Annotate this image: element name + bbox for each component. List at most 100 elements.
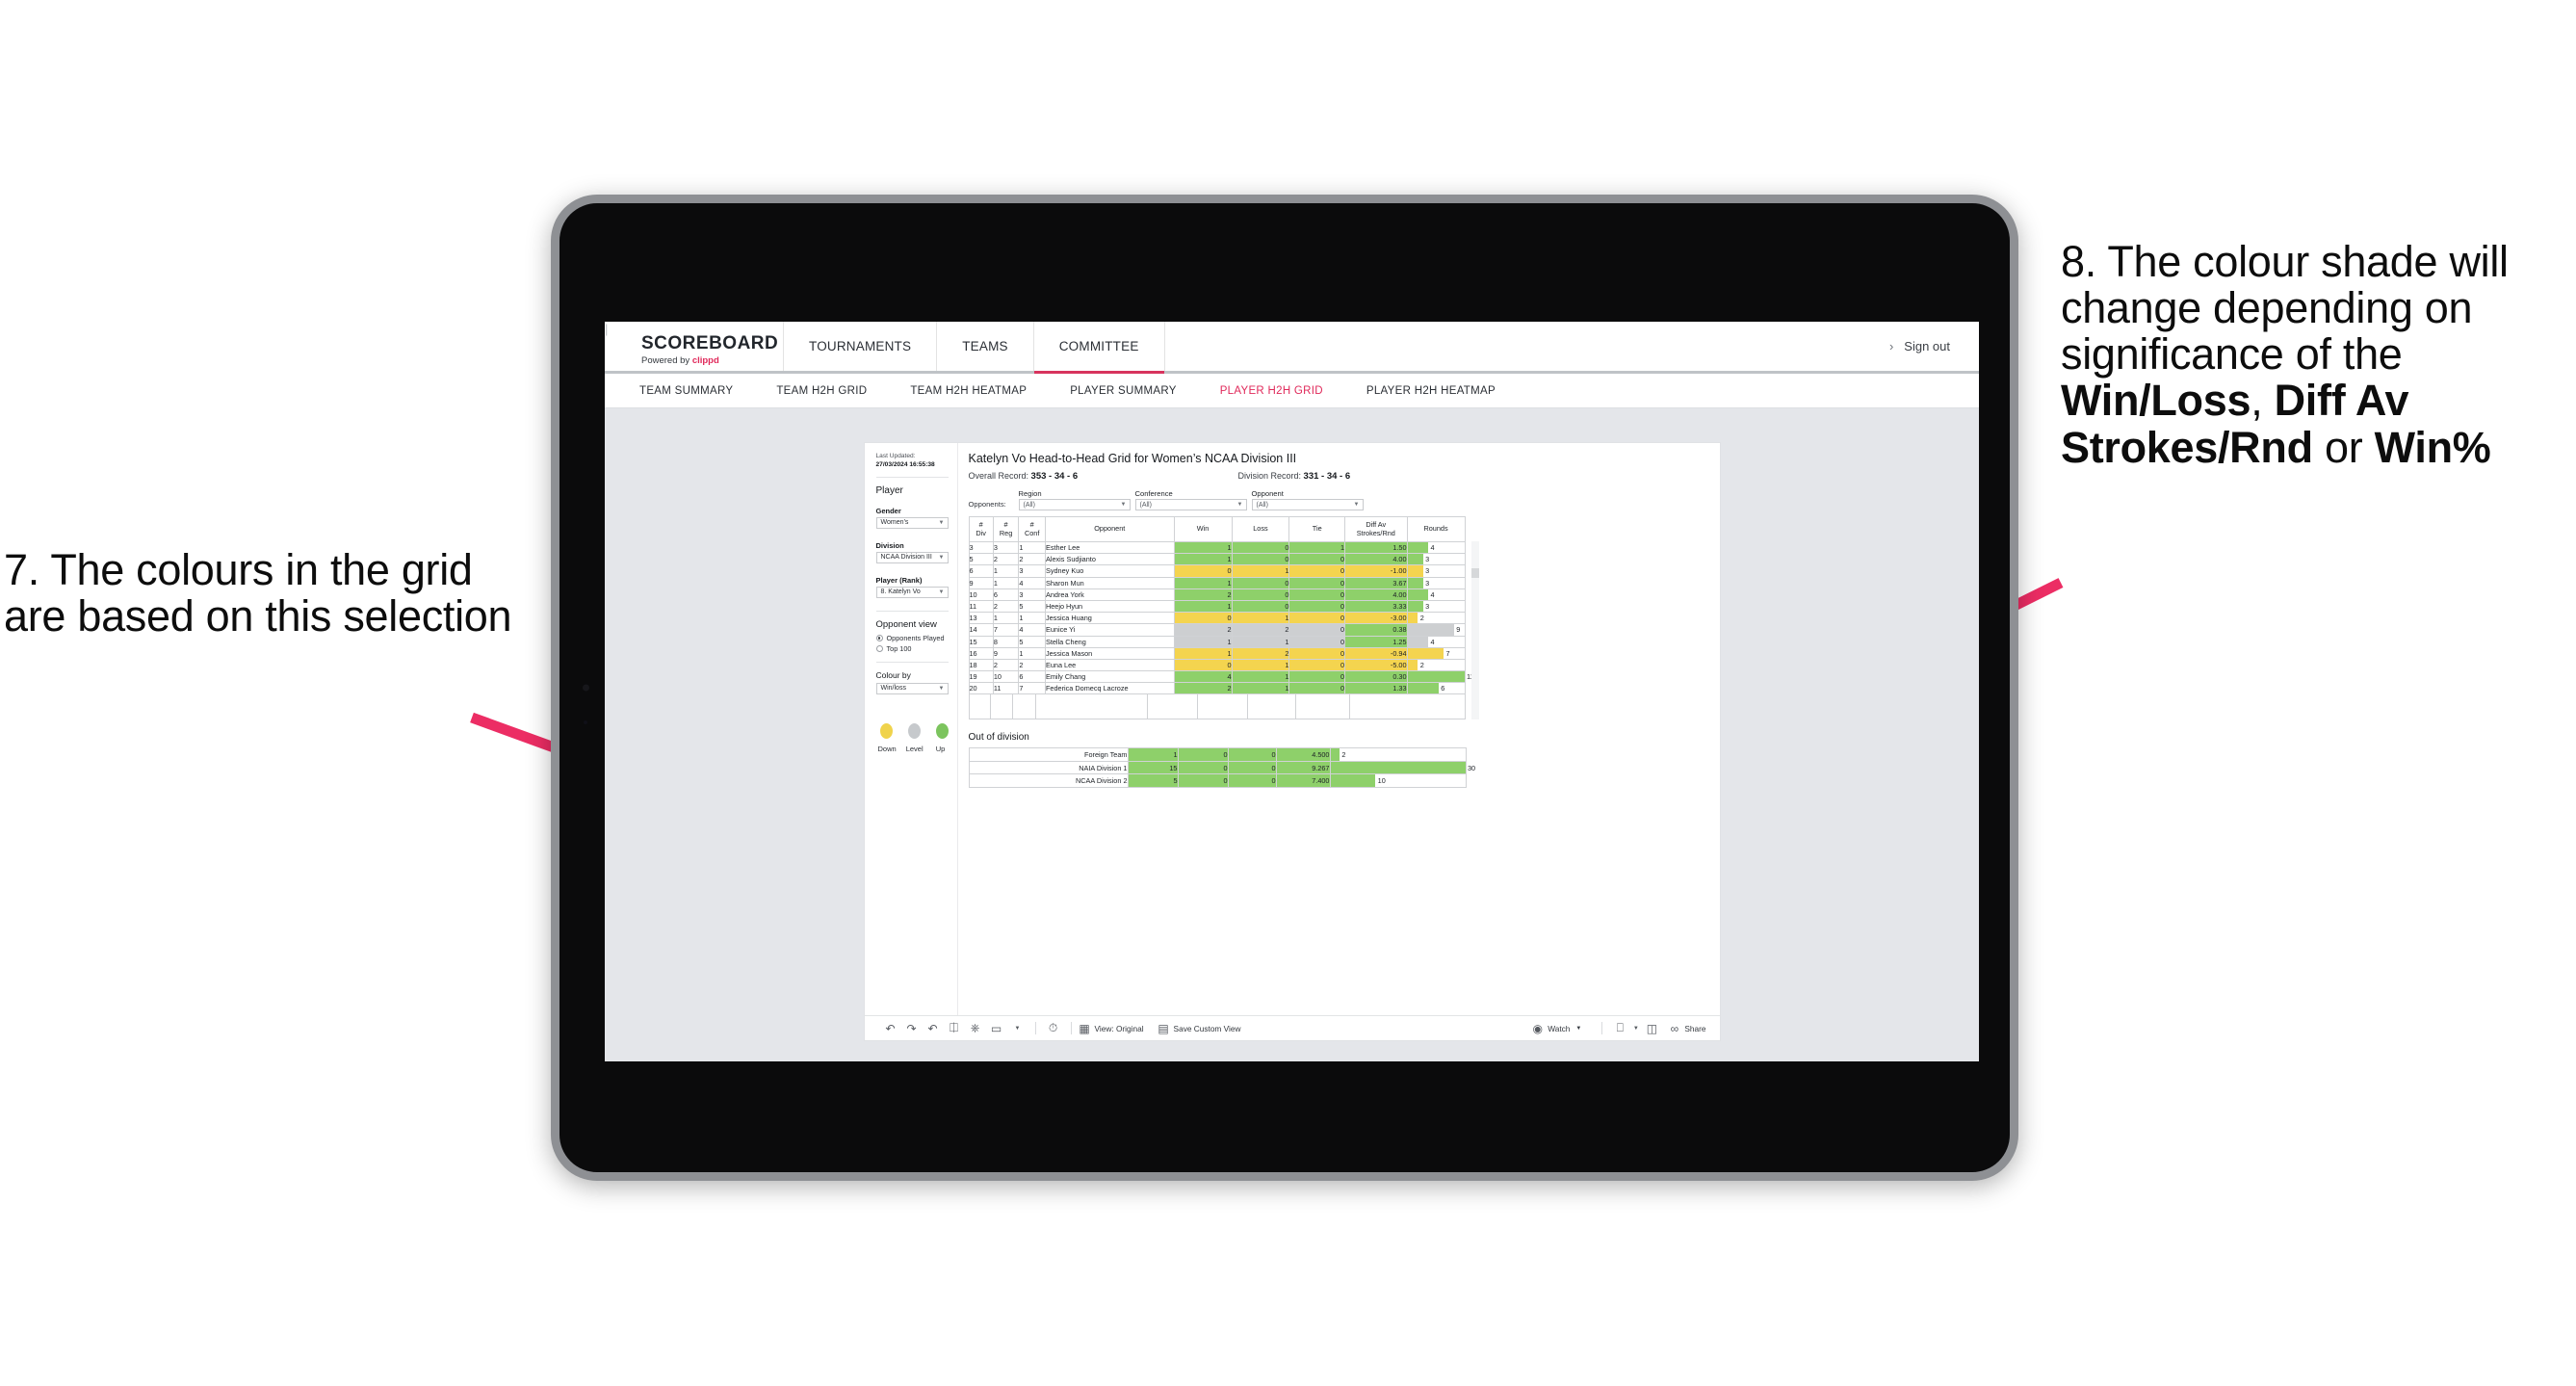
redo-icon[interactable]: ↷ — [901, 1022, 923, 1035]
cell-diff: 1.50 — [1344, 540, 1408, 555]
rounds-value: 3 — [1425, 555, 1430, 564]
colour-legend-dots — [876, 722, 949, 739]
cell-win: 1 — [1173, 576, 1233, 589]
brand-logo[interactable]: SCOREBOARD Powered by clippd — [605, 322, 784, 371]
subnav-item-player-h2h-heatmap[interactable]: PLAYER H2H HEATMAP — [1366, 385, 1518, 397]
table-row[interactable]: 15 8 5 Stella Cheng 1 1 0 1.25 4 — [968, 635, 1466, 648]
table-row[interactable]: 11 2 5 Heejo Hyun 1 0 0 3.33 3 — [968, 599, 1466, 614]
filter-group-opponent: Opponent (All) ▼ — [1251, 489, 1364, 510]
cell-conf: 4 — [1018, 623, 1046, 637]
signout-label[interactable]: Sign out — [1904, 339, 1950, 353]
radio-icon[interactable] — [875, 634, 883, 641]
col-conf[interactable]: # Conf — [1018, 516, 1046, 542]
chevron-down-icon[interactable]: ▼ — [1007, 1026, 1028, 1032]
col-loss[interactable]: Loss — [1231, 516, 1290, 542]
grid-scrollbar-track[interactable] — [1470, 541, 1479, 720]
col-diff[interactable]: Diff Av Strokes/Rnd — [1344, 516, 1408, 542]
table-row[interactable]: NCAA Division 2 5 0 0 7.400 10 — [968, 773, 1467, 788]
download-icon[interactable]: ⎕ — [1609, 1021, 1630, 1035]
clock-icon[interactable]: ⏱ — [1043, 1021, 1064, 1035]
cell-conf: 1 — [1018, 646, 1046, 660]
fullscreen-icon[interactable]: ◫ — [1641, 1022, 1662, 1035]
table-row[interactable]: 3 3 1 Esther Lee 1 0 1 1.50 4 — [968, 540, 1466, 555]
cell-rounds: 3 — [1406, 553, 1466, 566]
refresh-icon[interactable]: ⎅ — [944, 1021, 965, 1035]
last-updated-value: 27/03/2024 16:55:38 — [875, 460, 935, 468]
radio-top-100[interactable]: Top 100 — [875, 644, 949, 653]
cell-loss: 2 — [1231, 623, 1290, 637]
chevron-down-icon[interactable]: ▼ — [1354, 502, 1360, 508]
filter-select-gender[interactable]: Women’s ▼ — [875, 516, 949, 529]
col-reg[interactable]: # Reg — [992, 516, 1020, 542]
filter-select-opponent[interactable]: (All) ▼ — [1251, 499, 1364, 510]
cell-conf: 3 — [1018, 588, 1046, 601]
cell-loss: 0 — [1177, 747, 1229, 762]
cell-loss: 1 — [1231, 682, 1290, 695]
cell-win: 5 — [1127, 773, 1179, 788]
h2h-grid-wrapper: # Div # Reg # Conf Opponent Win Loss Tie Di… — [968, 516, 1479, 720]
subnav-item-player-summary[interactable]: PLAYER SUMMARY — [1070, 385, 1199, 397]
table-row[interactable]: 10 6 3 Andrea York 2 0 0 4.00 4 — [968, 588, 1466, 601]
chevron-down-icon[interactable]: ▼ — [1575, 1026, 1581, 1032]
chevron-down-icon[interactable]: ▼ — [939, 686, 945, 692]
cell-tie: 0 — [1227, 760, 1277, 775]
filter-group-region: Region (All) ▼ — [1018, 489, 1131, 510]
colour-by-select[interactable]: Win/loss ▼ — [875, 682, 949, 694]
table-row[interactable]: 14 7 4 Eunice Yi 2 2 0 0.38 9 — [968, 623, 1466, 637]
grid-empty-area — [968, 694, 1466, 720]
cell-rounds: 30 — [1329, 760, 1475, 775]
chevron-down-icon[interactable]: ▼ — [1121, 502, 1127, 508]
subnav-item-team-h2h-heatmap[interactable]: TEAM H2H HEATMAP — [910, 385, 1049, 397]
annotation-right-bold1: Win/Loss — [2061, 376, 2251, 426]
grid-scrollbar-thumb[interactable] — [1470, 568, 1479, 578]
subnav-item-team-summary[interactable]: TEAM SUMMARY — [639, 385, 755, 397]
radio-icon[interactable] — [875, 644, 883, 652]
table-row[interactable]: NAIA Division 1 15 0 0 9.267 30 — [968, 760, 1475, 775]
share-button[interactable]: ∞ Share — [1668, 1022, 1706, 1035]
cell-reg: 1 — [992, 564, 1020, 578]
chevron-down-icon[interactable]: ▼ — [939, 555, 945, 561]
table-row[interactable]: 13 1 1 Jessica Huang 0 1 0 -3.00 2 — [968, 612, 1466, 625]
topnav-item-tournaments[interactable]: TOURNAMENTS — [784, 322, 938, 371]
chevron-right-icon[interactable]: › — [1889, 339, 1893, 353]
filter-label-opponent: Opponent — [1251, 489, 1284, 498]
col-tie[interactable]: Tie — [1288, 516, 1346, 542]
table-row[interactable]: 18 2 2 Euna Lee 0 1 0 -5.00 2 — [968, 658, 1466, 672]
table-row[interactable]: 5 2 2 Alexis Sudjianto 1 0 0 4.00 3 — [968, 553, 1466, 566]
filter-select-player-rank[interactable]: 8. Katelyn Vo ▼ — [875, 586, 949, 598]
col-opponent[interactable]: Opponent — [1044, 516, 1175, 542]
undo-icon[interactable]: ↶ — [880, 1022, 901, 1035]
chevron-down-icon[interactable]: ▼ — [939, 589, 945, 595]
view-original-button[interactable]: ▦ View: Original — [1079, 1022, 1143, 1035]
pause-icon[interactable]: ⎈ — [965, 1021, 986, 1035]
radio-opponents-played[interactable]: Opponents Played — [875, 634, 949, 642]
filter-select-region[interactable]: (All) ▼ — [1018, 499, 1131, 510]
table-row[interactable]: 16 9 1 Jessica Mason 1 2 0 -0.94 7 — [968, 646, 1466, 660]
chevron-down-icon[interactable]: ▼ — [1237, 502, 1243, 508]
col-rounds[interactable]: Rounds — [1406, 516, 1466, 542]
cell-div: 18 — [968, 658, 994, 672]
table-row[interactable]: 19106Emily Chang4100.3011 — [968, 670, 1474, 684]
col-win[interactable]: Win — [1173, 516, 1233, 542]
filter-select-conference[interactable]: (All) ▼ — [1134, 499, 1247, 510]
tablet-screen: SCOREBOARD Powered by clippd TOURNAMENTS… — [605, 322, 1979, 1061]
table-row[interactable]: Foreign Team 1 0 0 4.500 2 — [968, 747, 1467, 762]
col-div[interactable]: # Div — [968, 516, 994, 542]
table-header-row: # Div # Reg # Conf Opponent Win Loss Tie Di… — [968, 516, 1466, 542]
filter-select-division[interactable]: NCAA Division III ▼ — [875, 551, 949, 563]
subnav-item-team-h2h-grid[interactable]: TEAM H2H GRID — [776, 385, 889, 397]
chevron-down-icon[interactable]: ▼ — [939, 520, 945, 526]
save-custom-view-button[interactable]: ▤ Save Custom View — [1158, 1022, 1240, 1035]
table-row[interactable]: 9 1 4 Sharon Mun 1 0 0 3.67 3 — [968, 576, 1466, 589]
watch-button[interactable]: ◉ Watch ▼ — [1531, 1022, 1581, 1035]
topnav-item-teams[interactable]: TEAMS — [937, 322, 1034, 371]
highlight-icon[interactable]: ▭ — [986, 1022, 1007, 1035]
rounds-bar — [1407, 565, 1423, 577]
chevron-down-icon[interactable]: ▼ — [1630, 1026, 1641, 1032]
subnav-item-player-h2h-grid[interactable]: PLAYER H2H GRID — [1220, 385, 1345, 397]
table-row[interactable]: 6 1 3 Sydney Kuo 0 1 0 -1.00 3 — [968, 564, 1466, 578]
table-row[interactable]: 20 11 7 Federica Domecq Lacroze 2 1 0 1.33 6 — [968, 682, 1466, 695]
signout-area[interactable]: › | Sign out — [605, 322, 1979, 371]
topnav-item-committee[interactable]: COMMITTEE — [1033, 322, 1165, 374]
revert-icon[interactable]: ↶ — [923, 1022, 944, 1035]
